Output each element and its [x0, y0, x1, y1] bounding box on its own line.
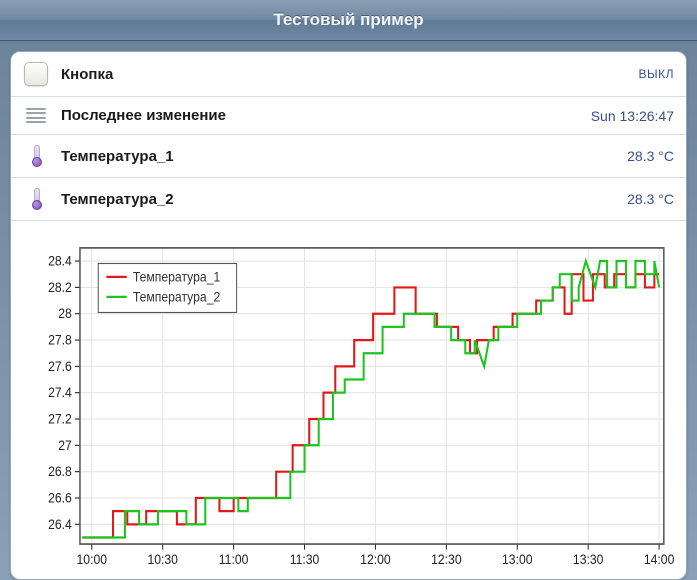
svg-text:Температура_1: Температура_1 — [133, 269, 220, 285]
thermometer-icon — [23, 188, 49, 210]
svg-text:10:00: 10:00 — [77, 552, 108, 568]
svg-text:12:00: 12:00 — [360, 552, 391, 568]
svg-text:26.8: 26.8 — [48, 464, 72, 480]
row-temp2-label: Температура_2 — [61, 191, 174, 208]
row-lastmod-label: Последнее изменение — [61, 107, 226, 124]
svg-text:11:00: 11:00 — [219, 552, 249, 568]
chart-container: 26.4 26.6 26.8 27 27.2 27.4 27.6 27.8 28 28.2 28.4… — [11, 221, 686, 579]
row-button-label: Кнопка — [61, 66, 113, 83]
svg-text:28: 28 — [58, 306, 72, 322]
svg-text:14:00: 14:00 — [644, 552, 674, 568]
svg-text:27.4: 27.4 — [48, 385, 72, 401]
window-title: Тестовый пример — [0, 0, 697, 41]
svg-text:27.2: 27.2 — [48, 411, 72, 427]
row-button[interactable]: Кнопка ВЫКЛ — [11, 52, 686, 97]
row-lastmod-value: Sun 13:26:47 — [591, 108, 674, 124]
svg-text:27.6: 27.6 — [48, 358, 72, 374]
svg-text:12:30: 12:30 — [431, 552, 462, 568]
row-temp2-value: 28.3 °C — [627, 191, 674, 207]
row-button-value: ВЫКЛ — [639, 67, 675, 81]
svg-text:28.2: 28.2 — [48, 279, 72, 295]
svg-text:10:30: 10:30 — [147, 552, 178, 568]
row-last-modified[interactable]: Последнее изменение Sun 13:26:47 — [11, 97, 686, 135]
content-panel: Кнопка ВЫКЛ Последнее изменение Sun 13:2… — [10, 51, 687, 580]
svg-text:28.4: 28.4 — [48, 253, 72, 269]
svg-text:11:30: 11:30 — [290, 552, 320, 568]
svg-text:26.6: 26.6 — [48, 490, 72, 506]
thermometer-icon — [23, 145, 49, 167]
row-temp1-label: Температура_1 — [61, 148, 174, 165]
svg-text:13:30: 13:30 — [573, 552, 604, 568]
svg-text:26.4: 26.4 — [48, 516, 72, 532]
svg-text:27: 27 — [58, 437, 72, 453]
svg-text:Температура_2: Температура_2 — [133, 289, 220, 305]
switch-icon — [23, 62, 49, 86]
svg-text:13:00: 13:00 — [502, 552, 533, 568]
title-text: Тестовый пример — [273, 10, 423, 30]
row-temperature-1[interactable]: Температура_1 28.3 °C — [11, 135, 686, 178]
temperature-chart: 26.4 26.6 26.8 27 27.2 27.4 27.6 27.8 28 28.2 28.4… — [23, 239, 674, 573]
row-temperature-2[interactable]: Температура_2 28.3 °C — [11, 178, 686, 221]
svg-text:27.8: 27.8 — [48, 332, 72, 348]
text-lines-icon — [23, 108, 49, 124]
row-temp1-value: 28.3 °C — [627, 148, 674, 164]
